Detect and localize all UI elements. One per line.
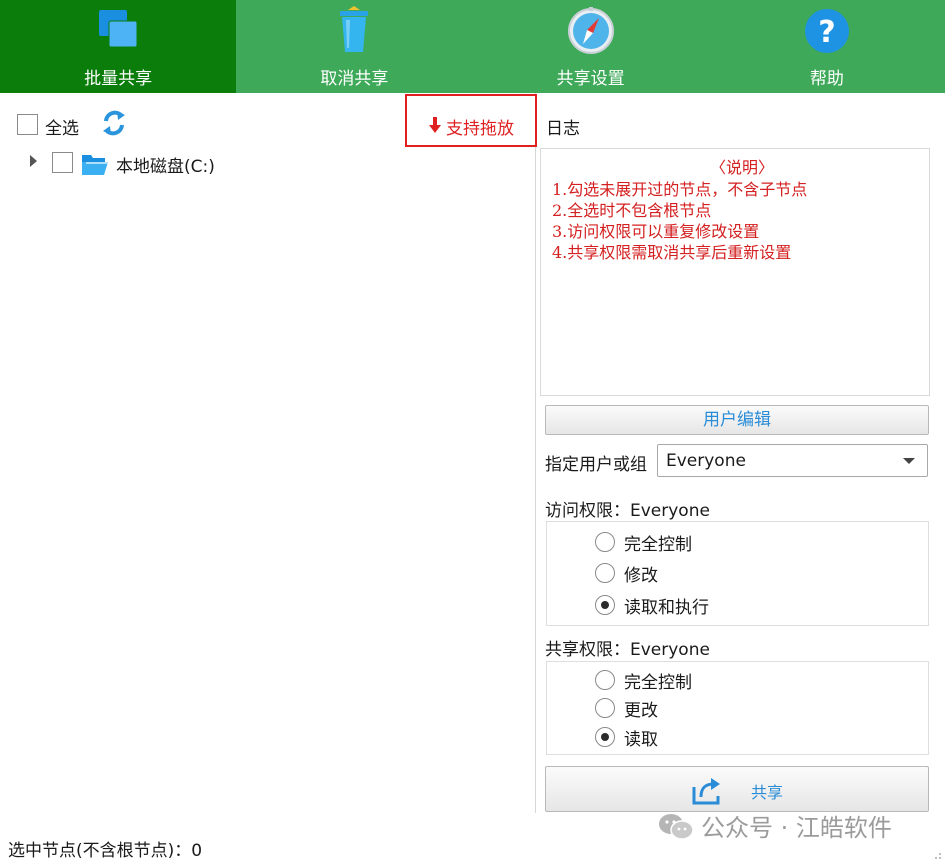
wechat-icon (659, 813, 694, 840)
radio-button-checked[interactable] (595, 727, 615, 747)
share-option-change[interactable]: 更改 (595, 697, 658, 721)
share-button-label: 共享 (751, 783, 784, 802)
watermark-text: 公众号 · 江皓软件 (701, 814, 892, 842)
share-settings-label: 共享设置 (556, 69, 625, 89)
access-option-modify[interactable]: 修改 (595, 562, 658, 586)
batch-share-label: 批量共享 (84, 69, 153, 89)
user-group-select[interactable]: Everyone (657, 444, 928, 477)
share-option-full-control[interactable]: 完全控制 (595, 669, 692, 693)
user-group-label: 指定用户或组 (545, 455, 647, 475)
help-button[interactable]: ? 帮助 (709, 0, 945, 93)
access-permission-label: 访问权限：Everyone (545, 501, 710, 521)
access-option-read-execute[interactable]: 读取和执行 (595, 594, 709, 618)
log-line: 〈说明〉 (710, 158, 775, 177)
access-option-full-control[interactable]: 完全控制 (595, 531, 692, 555)
compass-icon (567, 7, 614, 54)
batch-share-icon (99, 10, 138, 48)
share-permission-label: 共享权限：Everyone (545, 640, 710, 660)
share-option-read[interactable]: 读取 (595, 726, 658, 750)
tree-expand-arrow[interactable] (30, 155, 37, 167)
radio-button[interactable] (595, 698, 615, 718)
cancel-share-button[interactable]: 取消共享 (236, 0, 472, 93)
cancel-share-label: 取消共享 (320, 69, 389, 89)
folder-open-icon (82, 155, 108, 175)
tree-node-label[interactable]: 本地磁盘(C:) (116, 152, 215, 177)
trash-bin-icon (340, 6, 369, 52)
batch-share-button[interactable]: 批量共享 (0, 0, 237, 93)
arrow-down-icon (429, 117, 441, 133)
resize-grip-icon[interactable] (932, 850, 942, 860)
chevron-down-icon (903, 458, 915, 464)
radio-button[interactable] (595, 563, 615, 583)
log-line: 4.共享权限需取消共享后重新设置 (552, 243, 792, 262)
radio-button-checked[interactable] (595, 595, 615, 615)
refresh-icon[interactable] (100, 109, 128, 137)
tree-node-checkbox[interactable] (52, 152, 73, 173)
radio-button[interactable] (595, 670, 615, 690)
user-group-value: Everyone (666, 451, 746, 471)
svg-text:?: ? (818, 15, 835, 50)
share-arrow-icon (692, 778, 720, 805)
tree-panel (0, 93, 536, 813)
radio-button[interactable] (595, 532, 615, 552)
select-all-checkbox[interactable] (17, 114, 38, 135)
help-icon: ? (804, 9, 849, 53)
toolbar: 批量共享 取消共享 共享设置 ? 帮助 (0, 0, 945, 93)
status-text: 选中节点(不含根节点)：0 (8, 841, 203, 861)
select-all-label: 全选 (45, 119, 79, 139)
share-button[interactable]: 共享 (545, 766, 929, 812)
log-label: 日志 (546, 119, 580, 139)
watermark: 公众号 · 江皓软件 (657, 808, 892, 843)
panel-divider[interactable] (535, 93, 536, 813)
drag-hint-text: 支持拖放 (446, 119, 514, 139)
share-settings-button[interactable]: 共享设置 (473, 0, 709, 93)
help-label: 帮助 (809, 69, 844, 89)
user-edit-button[interactable]: 用户编辑 (545, 405, 929, 435)
